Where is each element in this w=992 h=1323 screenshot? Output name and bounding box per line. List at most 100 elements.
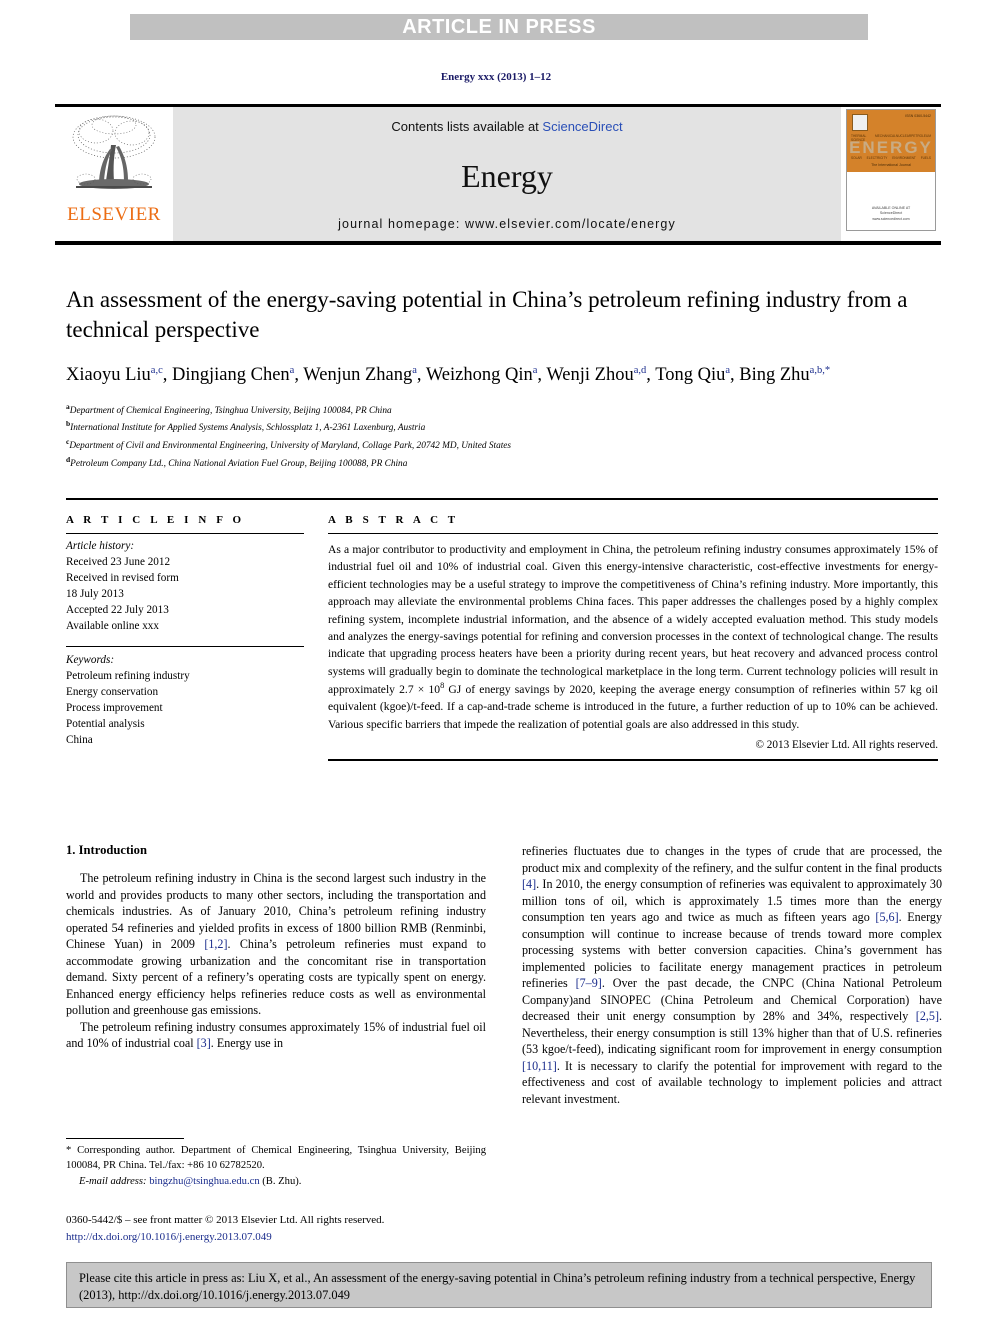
article-history-items: Received 23 June 2012 Received in revised… (66, 555, 304, 635)
citation-box: Please cite this article in press as: Li… (66, 1262, 932, 1308)
author-name: Tong Qiu (655, 364, 726, 385)
citation-reference-link[interactable]: [7–9] (576, 976, 602, 990)
issn-copyright-block: 0360-5442/$ – see front matter © 2013 El… (66, 1212, 526, 1245)
body-columns: 1. Introduction The petroleum refining i… (66, 843, 942, 1107)
abstract-copyright: © 2013 Elsevier Ltd. All rights reserved… (755, 739, 939, 752)
title-block: An assessment of the energy-saving poten… (66, 285, 936, 472)
author-name: Wenjun Zhang (303, 364, 413, 385)
article-page: ARTICLE IN PRESS Energy xxx (2013) 1–12 (0, 0, 992, 1323)
cover-bottom-label-2: ENVIRONMENT (892, 156, 916, 160)
elsevier-tree-icon (72, 115, 156, 189)
cover-wordmark: ENERGY (849, 138, 933, 157)
journal-cover-block: ISSN 0360-5442 THERMAL SCIENCE MECHANICA… (841, 107, 941, 241)
elsevier-logo-block: ELSEVIER (55, 107, 173, 241)
author-name: Wenji Zhou (546, 364, 634, 385)
article-in-press-label: ARTICLE IN PRESS (402, 15, 596, 38)
keyword-item: Process improvement (66, 702, 163, 715)
author-affiliation-mark: a (412, 364, 417, 376)
abstract-heading: A B S T R A C T (328, 514, 459, 526)
affiliation-item: bInternational Institute for Applied Sys… (66, 419, 426, 434)
email-link[interactable]: bingzhu@tsinghua.edu.cn (149, 1176, 259, 1187)
article-history-item: Available online xxx (66, 619, 159, 632)
elsevier-wordmark: ELSEVIER (67, 204, 161, 225)
affiliation-mark: b (66, 419, 71, 429)
article-history-item: Received in revised form (66, 571, 179, 584)
email-suffix: (B. Zhu). (262, 1175, 302, 1187)
keywords-block: Keywords: Petroleum refining industry Ene… (66, 646, 304, 748)
footnote-area: * Corresponding author. Department of Ch… (66, 1138, 486, 1189)
doi-link[interactable]: http://dx.doi.org/10.1016/j.energy.2013.… (66, 1229, 526, 1246)
cover-footer: AVAILABLE ONLINE AT ScienceDirect www.scie… (871, 205, 911, 221)
contents-available-line: Contents lists available at ScienceDirec… (391, 119, 622, 134)
affiliation-mark: d (66, 455, 71, 465)
body-paragraph: The petroleum refining industry in China… (66, 871, 486, 1017)
affiliation-item: dPetroleum Company Ltd., China National … (66, 455, 408, 470)
author-affiliation-mark: a (532, 364, 538, 376)
journal-masthead: ELSEVIER Contents lists available at Sci… (55, 104, 941, 245)
running-head: Energy xxx (2013) 1–12 (440, 71, 552, 83)
keywords-items: Petroleum refining industry Energy conser… (66, 669, 304, 749)
cover-bottom-labels: SOLAR ELECTRICITY ENVIRONMENT FUELS (851, 156, 931, 160)
citation-reference-link[interactable]: [5,6] (875, 910, 898, 924)
contents-prefix: Contents lists available at (391, 119, 543, 134)
citation-reference-link[interactable]: [2,5] (916, 1009, 939, 1023)
article-history-item: Received 23 June 2012 (66, 555, 171, 568)
body-paragraph: The petroleum refining industry consumes… (66, 1019, 486, 1051)
cover-bottom-label-3: FUELS (920, 156, 931, 160)
author-name: Xiaoyu Liu (66, 364, 151, 385)
affiliation-mark: c (66, 437, 70, 447)
article-history-item: Accepted 22 July 2013 (66, 603, 169, 616)
page-title: An assessment of the energy-saving poten… (66, 287, 908, 343)
issn-line: 0360-5442/$ – see front matter © 2013 El… (66, 1214, 385, 1226)
author-affiliation-mark: a (725, 364, 731, 376)
author-name: Dingjiang Chen (171, 364, 290, 385)
footnote-rule (66, 1138, 184, 1139)
keywords-label: Keywords: (66, 654, 115, 667)
journal-cover-thumbnail: ISSN 0360-5442 THERMAL SCIENCE MECHANICA… (846, 109, 936, 231)
author-name: Weizhong Qin (425, 364, 533, 385)
body-paragraph: refineries fluctuates due to changes in … (522, 844, 942, 1106)
body-column-right: refineries fluctuates due to changes in … (522, 843, 942, 1107)
intro-right-paragraphs: refineries fluctuates due to changes in … (522, 843, 942, 1107)
cover-bottom-label-0: SOLAR (851, 156, 862, 160)
article-history-item: 18 July 2013 (66, 587, 124, 600)
cover-issn: ISSN 0360-5442 (905, 114, 931, 118)
author-affiliation-mark: a,d (633, 364, 647, 376)
corresponding-author-note: * Corresponding author. Department of Ch… (66, 1145, 486, 1171)
affiliation-list: aDepartment of Chemical Engineering, Tsi… (66, 401, 936, 472)
citation-reference-link[interactable]: [10,11] (522, 1059, 557, 1073)
keyword-item: China (66, 733, 93, 746)
author-list: Xiaoyu Liua,c, Dingjiang Chena, Wenjun Z… (66, 364, 831, 385)
cover-mini-logo-icon (852, 114, 868, 131)
citation-reference-link[interactable]: [4] (522, 877, 536, 891)
journal-homepage-line[interactable]: journal homepage: www.elsevier.com/locat… (338, 217, 676, 231)
keyword-item: Petroleum refining industry (66, 670, 190, 683)
article-info-heading: A R T I C L E I N F O (66, 514, 245, 526)
email-note: E-mail address: bingzhu@tsinghua.edu.cn … (66, 1175, 486, 1190)
author-affiliation-mark: a,b,* (809, 364, 831, 376)
author-affiliation-mark: a,c (150, 364, 163, 376)
abstract-bottom-rule (328, 759, 938, 762)
affiliation-item: aDepartment of Chemical Engineering, Tsi… (66, 401, 392, 416)
citation-reference-link[interactable]: [1,2] (204, 937, 227, 951)
affiliation-item: cDepartment of Civil and Environmental E… (66, 437, 512, 452)
citation-reference-link[interactable]: [3] (197, 1036, 211, 1050)
affiliation-mark: a (66, 401, 70, 411)
body-column-left: 1. Introduction The petroleum refining i… (66, 843, 486, 1107)
masthead-center: Contents lists available at ScienceDirec… (173, 107, 841, 241)
section-number: 1. (66, 843, 76, 857)
author-affiliation-mark: a (289, 364, 295, 376)
intro-left-paragraphs: The petroleum refining industry in China… (66, 870, 486, 1052)
sciencedirect-link[interactable]: ScienceDirect (542, 119, 622, 134)
abstract-text: As a major contributor to productivity a… (328, 543, 938, 731)
keyword-item: Energy conservation (66, 686, 159, 699)
cover-tagline: The International Journal (871, 163, 911, 167)
journal-title: Energy (461, 157, 553, 194)
cover-bottom-label-1: ELECTRICITY (866, 156, 888, 160)
section-title-text: Introduction (78, 843, 147, 857)
citation-text: Please cite this article in press as: Li… (79, 1271, 916, 1303)
article-history-block: Article history: Received 23 June 2012 Re… (66, 533, 304, 634)
section-heading-introduction: 1. Introduction (66, 843, 486, 858)
info-abstract-region: A R T I C L E I N F O Article history: R… (66, 498, 939, 762)
keyword-item: Potential analysis (66, 718, 145, 731)
